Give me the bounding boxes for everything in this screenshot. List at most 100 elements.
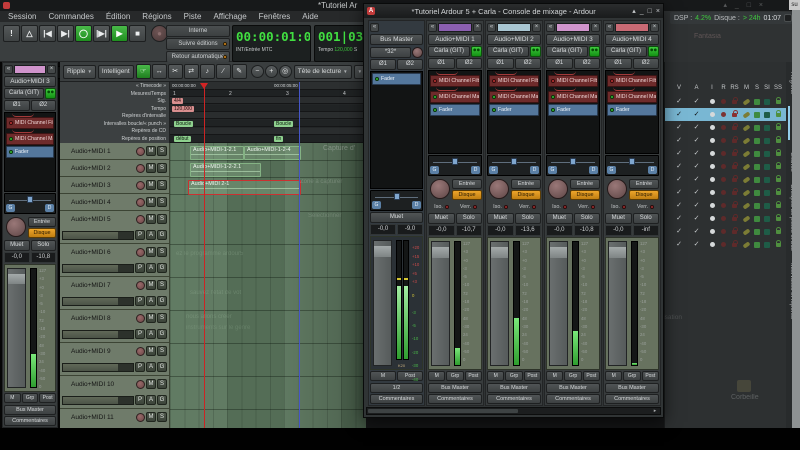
menu-item[interactable]: Commandes (42, 11, 99, 22)
processor-midi-map[interactable]: MIDI Channel Map (548, 91, 598, 103)
menu-item[interactable]: Affichage (207, 11, 252, 22)
mixer-scrollbar[interactable]: ▸ (366, 407, 661, 415)
midi-region[interactable]: Audio+MIDI-1-2-4 (244, 146, 301, 160)
record-icon[interactable] (721, 112, 726, 117)
strip-name-button[interactable]: Audio+MIDI 4 (605, 34, 659, 45)
mute-button[interactable]: M (146, 163, 156, 173)
track-list-row[interactable]: ✓ ✓ (665, 147, 786, 160)
solo-button[interactable]: S (157, 412, 167, 422)
solo-icon[interactable] (754, 242, 760, 248)
visible-checkbox[interactable]: ✓ (670, 225, 688, 238)
track-gain-slider[interactable] (62, 231, 134, 240)
solo-isolate-icon[interactable] (764, 216, 770, 222)
active-checkbox[interactable]: ✓ (688, 173, 705, 186)
track-header[interactable]: Audio+MIDI 7 M S P A G (60, 277, 170, 310)
pan-control[interactable]: G D (546, 155, 600, 176)
automation-button[interactable]: A (146, 230, 156, 240)
mute-button[interactable]: M (146, 313, 156, 323)
active-checkbox[interactable]: ✓ (688, 186, 705, 199)
record-icon[interactable] (721, 99, 726, 104)
track-list-row[interactable]: ✓ ✓ (665, 108, 786, 121)
goto-start-button[interactable]: |◀ (39, 25, 56, 42)
solo-safe-icon[interactable] (776, 100, 781, 104)
solo-isolate-icon[interactable] (764, 164, 770, 170)
solo-button[interactable]: S (157, 163, 167, 173)
track-header[interactable]: Audio+MIDI 1 M S (60, 143, 170, 160)
input-monitor-icon[interactable] (710, 216, 715, 221)
record-icon[interactable] (721, 203, 726, 208)
solo-icon[interactable] (754, 190, 760, 196)
mute-button[interactable]: Muet (487, 213, 514, 224)
record-safe-icon[interactable] (732, 126, 737, 130)
track-list-row[interactable]: ✓ ✓ (665, 238, 786, 251)
solo-iso-led[interactable] (622, 205, 626, 209)
phase-2-button[interactable]: Ø2 (633, 58, 660, 69)
ruler-label[interactable]: Intervalles boucle/« punch » (60, 121, 169, 127)
mute-icon[interactable] (742, 241, 750, 248)
pan-control[interactable]: G D (487, 155, 541, 176)
track-name[interactable]: Audio+MIDI 9 (62, 348, 135, 355)
solo-icon[interactable] (754, 151, 760, 157)
menu-item[interactable]: Session (2, 11, 42, 22)
pan-handle[interactable] (394, 193, 400, 200)
solo-isolate-icon[interactable] (764, 203, 770, 209)
mute-icon[interactable] (742, 176, 750, 183)
meter-post-button[interactable]: Post (642, 371, 659, 381)
track-header[interactable]: Audio+MIDI 8 M S P A G (60, 310, 170, 343)
trim-knob[interactable] (6, 217, 26, 237)
play-button[interactable]: ▶ (111, 25, 128, 42)
fader-handle[interactable] (432, 247, 449, 258)
track-color-bar[interactable] (556, 23, 590, 32)
gain-value[interactable]: -0,0 (4, 252, 30, 263)
solo-button[interactable]: S (157, 180, 167, 190)
processor-led[interactable] (492, 79, 496, 83)
input-monitor-icon[interactable] (710, 190, 715, 195)
mute-button[interactable]: M (146, 197, 156, 207)
solo-safe-icon[interactable] (776, 178, 781, 182)
processor-midi-filter[interactable]: MIDI Channel Filter (430, 75, 480, 87)
monitor-input-button[interactable]: Entrée (629, 179, 659, 189)
track-list-row[interactable]: ✓ ✓ (665, 160, 786, 173)
visible-checkbox[interactable]: ✓ (670, 199, 688, 212)
track-name[interactable]: Audio+MIDI 4 (62, 199, 135, 206)
mute-icon[interactable] (742, 202, 750, 209)
peak-value[interactable]: -10,8 (31, 252, 57, 263)
mute-button[interactable]: M (146, 280, 156, 290)
location-marker-ruler[interactable]: début fin (170, 135, 367, 143)
stretch-tool-icon[interactable]: ⇄ (184, 64, 199, 79)
track-color-bar[interactable] (14, 65, 46, 74)
record-safe-icon[interactable] (732, 204, 737, 208)
strip-scroll-icon[interactable]: « (487, 23, 496, 32)
track-header[interactable]: Audio+MIDI 2 M S (60, 160, 170, 177)
solo-button[interactable]: S (157, 313, 167, 323)
mute-button[interactable]: Muet (546, 213, 573, 224)
comments-button[interactable]: Commentaires (370, 394, 423, 404)
track-color-bar[interactable] (615, 23, 649, 32)
processor-midi-map[interactable]: MIDI Channel Map (489, 91, 539, 103)
processor-midi-filter[interactable]: MIDI Channel Filter (548, 75, 598, 87)
ruler-label[interactable]: Repères de CD (60, 128, 169, 134)
audition-tool-icon[interactable]: ♪ (200, 64, 215, 79)
mute-button[interactable]: M (146, 214, 156, 224)
track-list-row[interactable]: ✓ ✓ (665, 199, 786, 212)
solo-lock-led[interactable] (532, 205, 536, 209)
midi-panic-button[interactable]: ! (3, 25, 20, 42)
solo-button[interactable]: S (157, 214, 167, 224)
pan-control[interactable]: G D (370, 190, 423, 211)
solo-isolate-icon[interactable] (764, 138, 770, 144)
record-enable-button[interactable] (136, 314, 145, 323)
record-safe-icon[interactable] (732, 165, 737, 169)
mute-icon[interactable] (742, 215, 750, 222)
record-icon[interactable] (721, 216, 726, 221)
meter-point-button[interactable]: M (370, 371, 396, 381)
phase-2-button[interactable]: Ø2 (397, 59, 423, 70)
pan-control[interactable]: G D (428, 155, 482, 176)
record-enable-button[interactable] (136, 347, 145, 356)
phase-2-button[interactable]: Ø2 (515, 58, 542, 69)
solo-iso-led[interactable] (563, 205, 567, 209)
comments-button[interactable]: Commentaires (428, 394, 482, 404)
draw-tool-icon[interactable]: ∕ (216, 64, 231, 79)
track-color-bar[interactable] (438, 23, 472, 32)
scroll-right-icon[interactable]: ▸ (651, 408, 659, 414)
mute-icon[interactable] (742, 111, 750, 118)
